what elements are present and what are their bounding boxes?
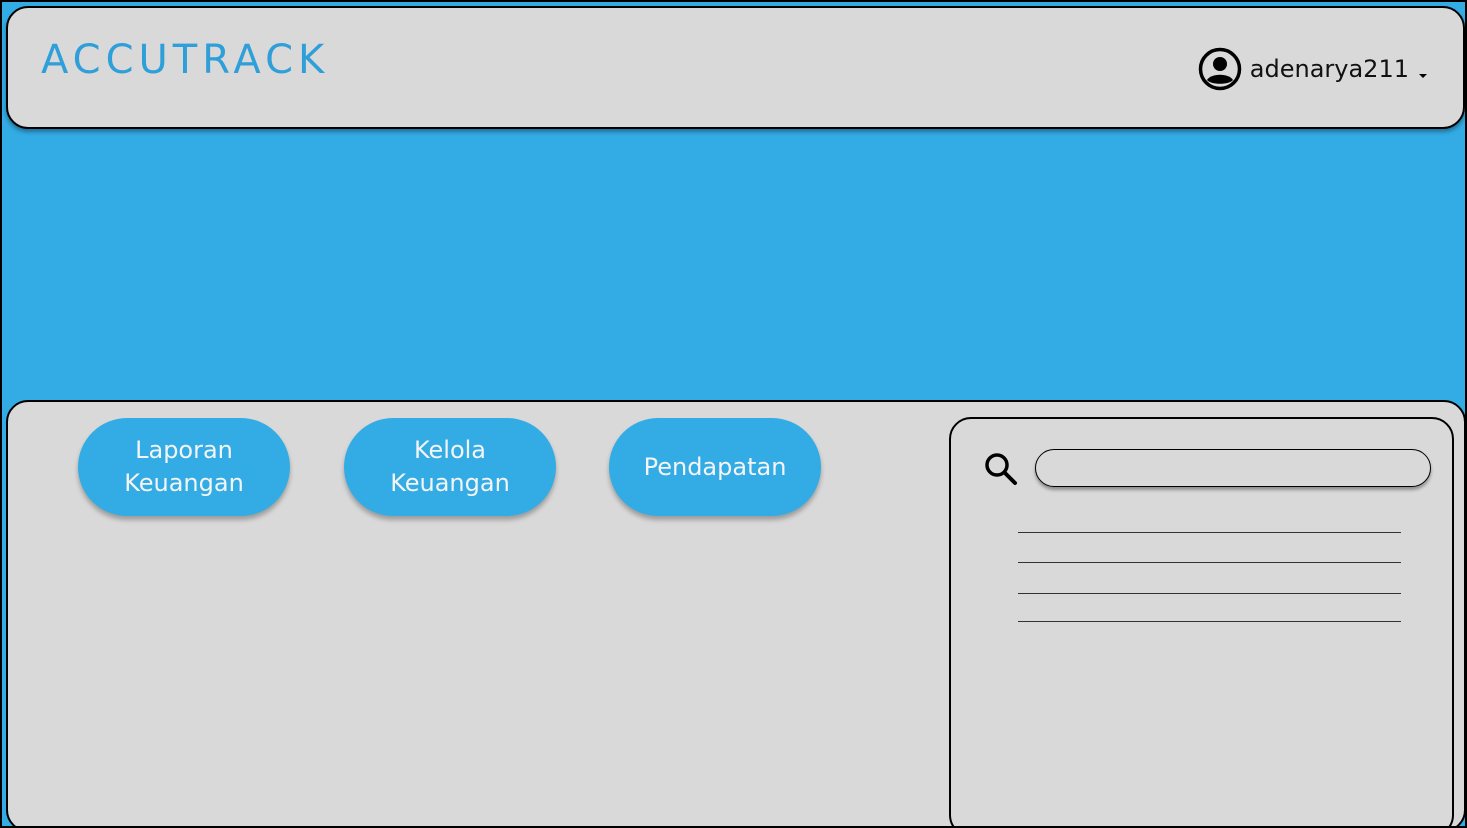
user-menu[interactable]: adenarya211 (1198, 46, 1429, 92)
caret-down-icon[interactable] (1417, 65, 1429, 78)
search-input[interactable] (1035, 449, 1431, 487)
search-icon[interactable] (982, 450, 1022, 490)
app-logo: ACCUTRACK (41, 37, 330, 83)
result-line (1018, 532, 1401, 533)
result-line (1018, 593, 1401, 594)
main-panel: Laporan Keuangan Kelola Keuangan Pendapa… (6, 400, 1465, 826)
app-frame: ACCUTRACK adenarya211 Laporan Keuangan K… (0, 0, 1467, 828)
result-line (1018, 621, 1401, 622)
pendapatan-button[interactable]: Pendapatan (609, 418, 821, 516)
kelola-keuangan-button[interactable]: Kelola Keuangan (344, 418, 556, 516)
search-card (949, 417, 1454, 826)
laporan-keuangan-button[interactable]: Laporan Keuangan (78, 418, 290, 516)
username-label: adenarya211 (1249, 55, 1409, 83)
user-circle-icon (1198, 47, 1242, 91)
hero-banner (4, 131, 1465, 397)
top-header: ACCUTRACK adenarya211 (6, 6, 1465, 129)
result-line (1018, 562, 1401, 563)
